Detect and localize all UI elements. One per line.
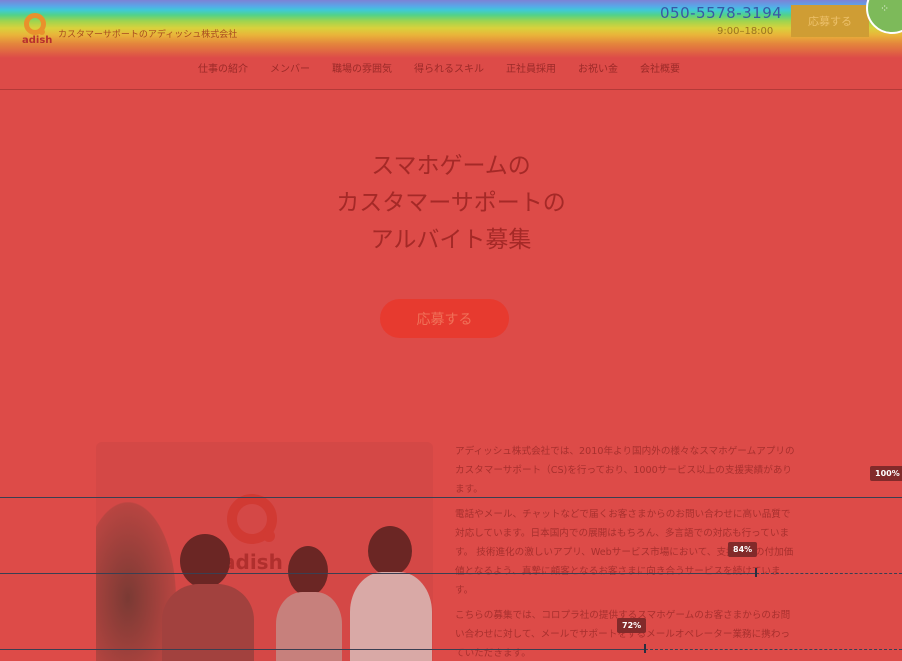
hero-title-line: スマホゲームの xyxy=(371,153,531,179)
hero-title-line: アルバイト募集 xyxy=(370,227,532,253)
scroll-depth-dash xyxy=(756,573,902,574)
intro-paragraph: こちらの募集では、コロプラ社の提供するスマホゲームのお客さまからのお問い合わせに… xyxy=(455,610,791,659)
logo-text: adish xyxy=(22,35,53,46)
photo-logo-text: adish xyxy=(222,550,283,574)
nav-item-company[interactable]: 会社概要 xyxy=(640,60,680,75)
scroll-depth-line xyxy=(0,497,902,498)
scroll-depth-label: 72% xyxy=(617,618,647,633)
scroll-depth-line xyxy=(0,649,645,650)
adish-logo[interactable]: adish xyxy=(22,13,52,47)
main-nav: 仕事の紹介 メンバー 職場の雰囲気 得られるスキル 正社員採用 お祝い金 会社概… xyxy=(198,60,680,75)
team-photo: adish xyxy=(96,442,433,661)
dots-icon: ⁘ xyxy=(880,2,890,15)
nav-item-bonus[interactable]: お祝い金 xyxy=(578,60,618,75)
hero-apply-button[interactable]: 応募する xyxy=(380,299,509,338)
business-hours: 9:00–18:00 xyxy=(717,26,774,37)
person-head xyxy=(288,546,328,596)
hero-title-line: カスタマーサポートの xyxy=(336,190,566,216)
scroll-depth-label: 84% xyxy=(728,542,758,557)
intro-paragraph: アディッシュ株式会社では、2010年より国内外の様々なスマホゲームアプリのカスタ… xyxy=(455,446,795,495)
scroll-depth-tick xyxy=(755,568,757,577)
nav-item-job[interactable]: 仕事の紹介 xyxy=(198,60,248,75)
header-apply-button[interactable]: 応募する xyxy=(791,5,869,37)
person-body xyxy=(350,572,432,661)
scroll-depth-label: 100% xyxy=(870,466,902,481)
nav-item-members[interactable]: メンバー xyxy=(270,60,310,75)
nav-item-atmosphere[interactable]: 職場の雰囲気 xyxy=(332,60,392,75)
header-divider xyxy=(0,89,902,90)
hero-title: スマホゲームの カスタマーサポートの アルバイト募集 xyxy=(0,148,902,259)
person-head xyxy=(180,534,230,588)
scroll-depth-tick xyxy=(644,644,646,653)
scroll-depth-dash xyxy=(645,649,902,650)
company-name: カスタマーサポートのアディッシュ株式会社 xyxy=(58,30,238,40)
phone-number[interactable]: 050-5578-3194 xyxy=(660,4,782,22)
person-body xyxy=(276,592,342,661)
person-head xyxy=(368,526,412,576)
scroll-depth-line xyxy=(0,573,756,574)
nav-item-fulltime[interactable]: 正社員採用 xyxy=(506,60,556,75)
nav-item-skills[interactable]: 得られるスキル xyxy=(414,60,484,75)
photo-logo-dot-icon xyxy=(263,530,275,542)
